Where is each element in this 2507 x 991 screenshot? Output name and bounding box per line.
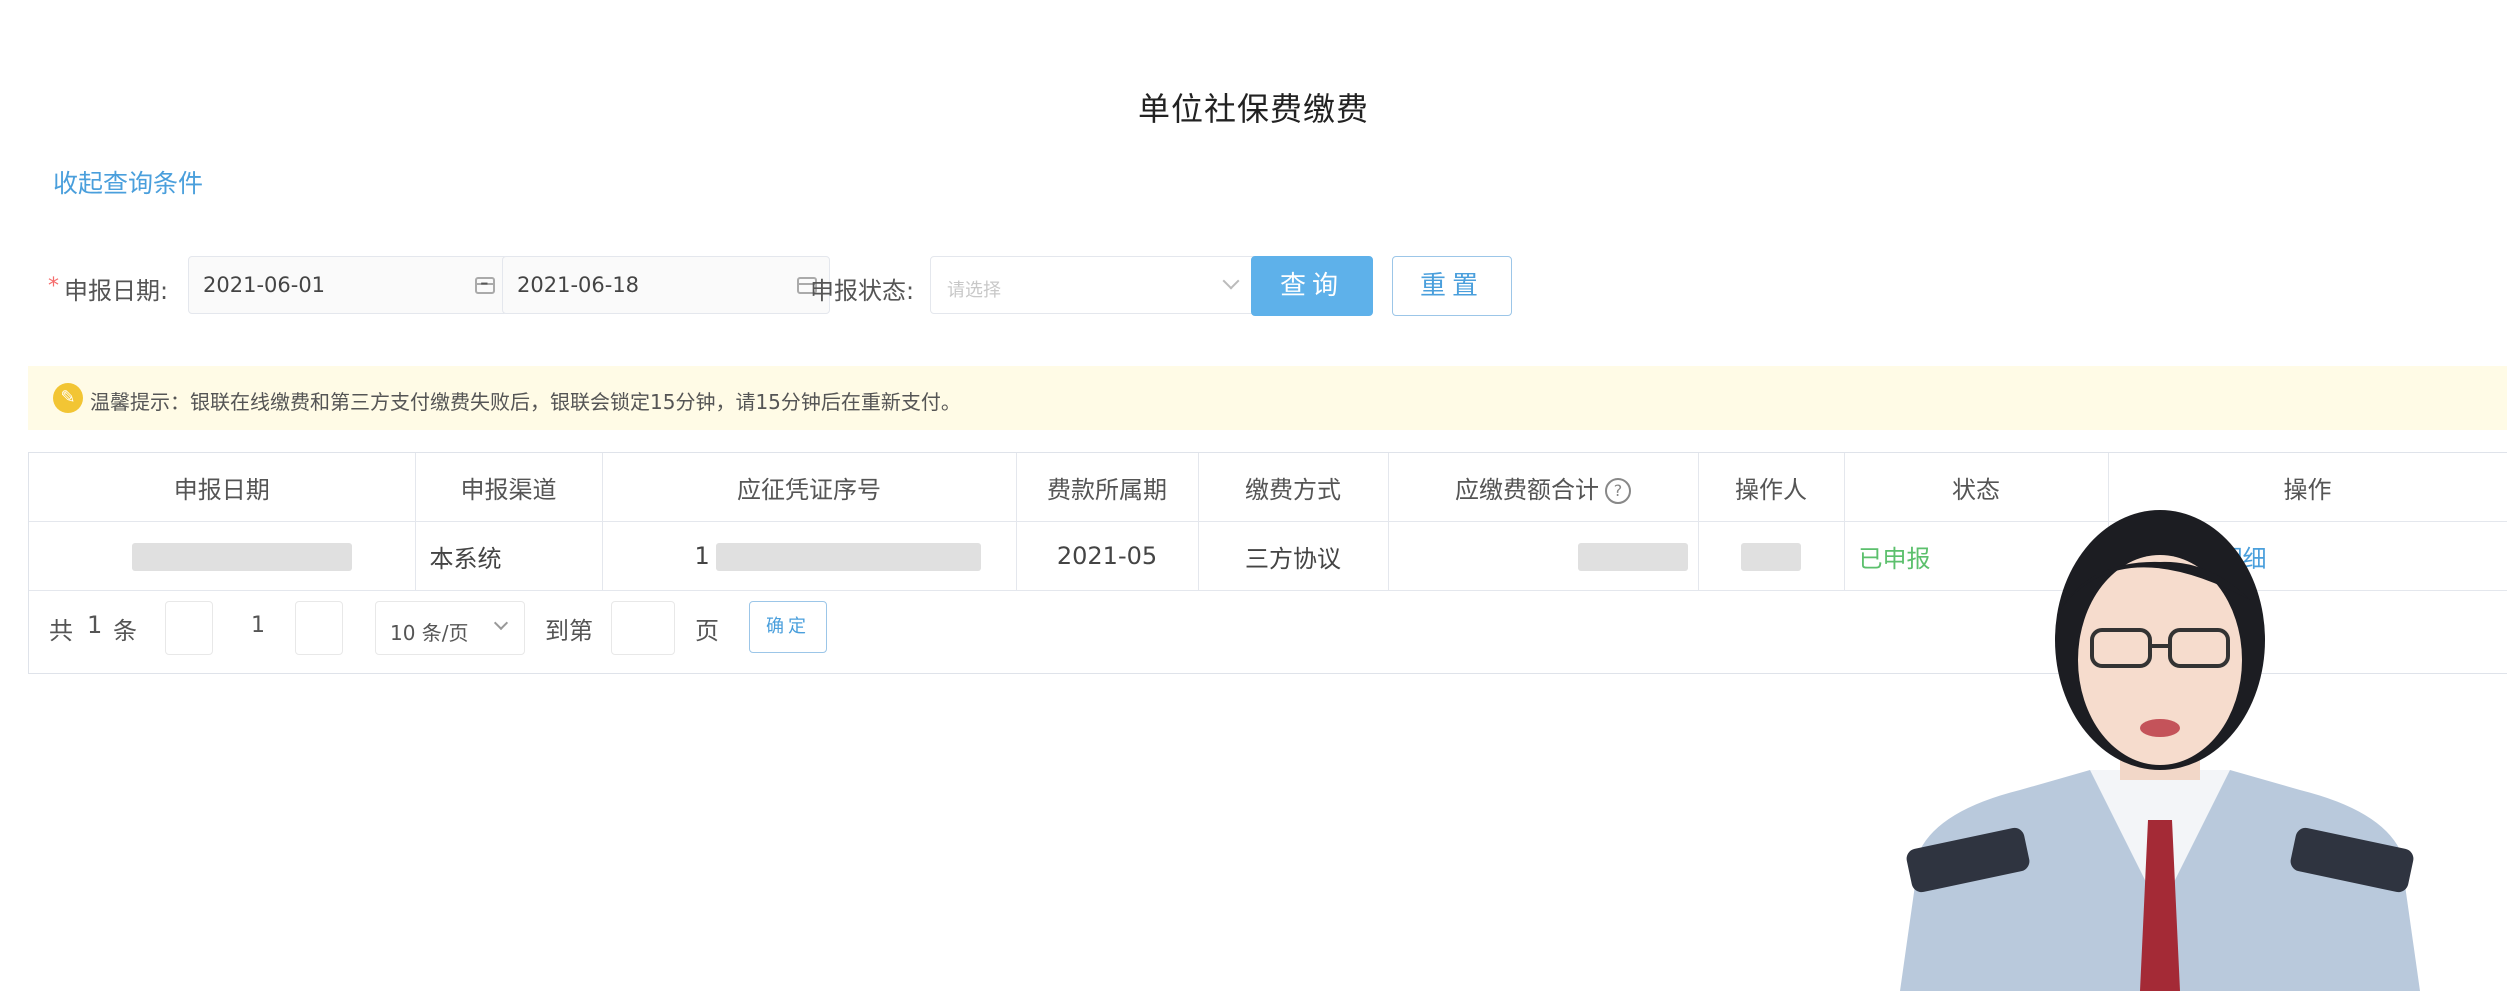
start-date-value: 2021-06-01 <box>203 273 326 297</box>
reset-button[interactable]: 重置 <box>1392 256 1512 316</box>
chevron-down-icon <box>493 615 509 631</box>
bulb-icon: ✎ <box>53 383 83 413</box>
prev-page-button[interactable] <box>165 601 213 655</box>
col-header: 费款所属期 <box>1016 453 1199 522</box>
help-icon[interactable]: ? <box>1605 477 1631 504</box>
cell-declare-date <box>29 521 416 591</box>
redacted-value <box>1577 542 1688 571</box>
col-header: 申报渠道 <box>415 453 603 522</box>
cell-period: 2021-05 <box>1016 521 1199 591</box>
voucher-prefix: 1 <box>694 541 710 570</box>
goto-suffix: 页 <box>695 617 719 645</box>
total-prefix: 共 <box>49 617 73 645</box>
cell-channel: 本系统 <box>415 521 603 591</box>
end-date-input[interactable]: 2021-06-18 <box>502 256 830 314</box>
tip-text: 温馨提示：银联在线缴费和第三方支付缴费失败后，银联会锁定15分钟，请15分钟后在… <box>90 390 961 414</box>
required-star: * <box>48 274 59 299</box>
goto-page-input[interactable] <box>611 601 675 655</box>
goto-prefix: 到第 <box>545 617 593 645</box>
current-page[interactable]: 1 <box>251 613 265 638</box>
end-date-value: 2021-06-18 <box>517 273 640 297</box>
status-label: 申报状态: <box>810 277 915 305</box>
page-size-value: 10 条/页 <box>390 621 469 645</box>
col-header: 应缴费额合计 <box>1455 475 1599 504</box>
col-header: 申报日期 <box>29 453 416 522</box>
start-date-input[interactable]: 2021-06-01 <box>188 256 508 314</box>
goto-confirm-button[interactable]: 确定 <box>749 601 827 653</box>
col-header-amount: 应缴费额合计? <box>1388 453 1699 522</box>
status-placeholder: 请选择 <box>947 280 1001 301</box>
filter-row: * 申报日期: 2021-06-01 - 2021-06-18 申报状态: 请选… <box>40 254 1640 318</box>
cell-amount <box>1388 521 1699 591</box>
page-title: 单位社保费缴费 <box>1137 90 1369 128</box>
query-button[interactable]: 查询 <box>1251 256 1373 316</box>
tip-banner: ✎ 温馨提示：银联在线缴费和第三方支付缴费失败后，银联会锁定15分钟，请15分钟… <box>28 366 2507 430</box>
cell-operator <box>1698 521 1845 591</box>
page-size-select[interactable]: 10 条/页 <box>375 601 525 655</box>
col-header: 缴费方式 <box>1198 453 1389 522</box>
col-header: 操作人 <box>1698 453 1845 522</box>
status-select[interactable]: 请选择 <box>930 256 1260 314</box>
chevron-down-icon <box>1222 272 1240 290</box>
presenter-video-overlay <box>1900 510 2420 991</box>
cell-voucher: 1 <box>602 521 1017 591</box>
redacted-value <box>715 542 981 571</box>
date-label: 申报日期: <box>64 277 169 305</box>
total-suffix: 条 <box>113 617 137 645</box>
total-count: 1 <box>87 611 103 639</box>
cell-pay-method: 三方协议 <box>1198 521 1389 591</box>
next-page-button[interactable] <box>295 601 343 655</box>
collapse-query-link[interactable]: 收起查询条件 <box>53 164 203 200</box>
col-header: 应征凭证序号 <box>602 453 1017 522</box>
date-separator: - <box>480 268 489 296</box>
redacted-value <box>131 542 352 571</box>
redacted-value <box>1741 542 1801 571</box>
